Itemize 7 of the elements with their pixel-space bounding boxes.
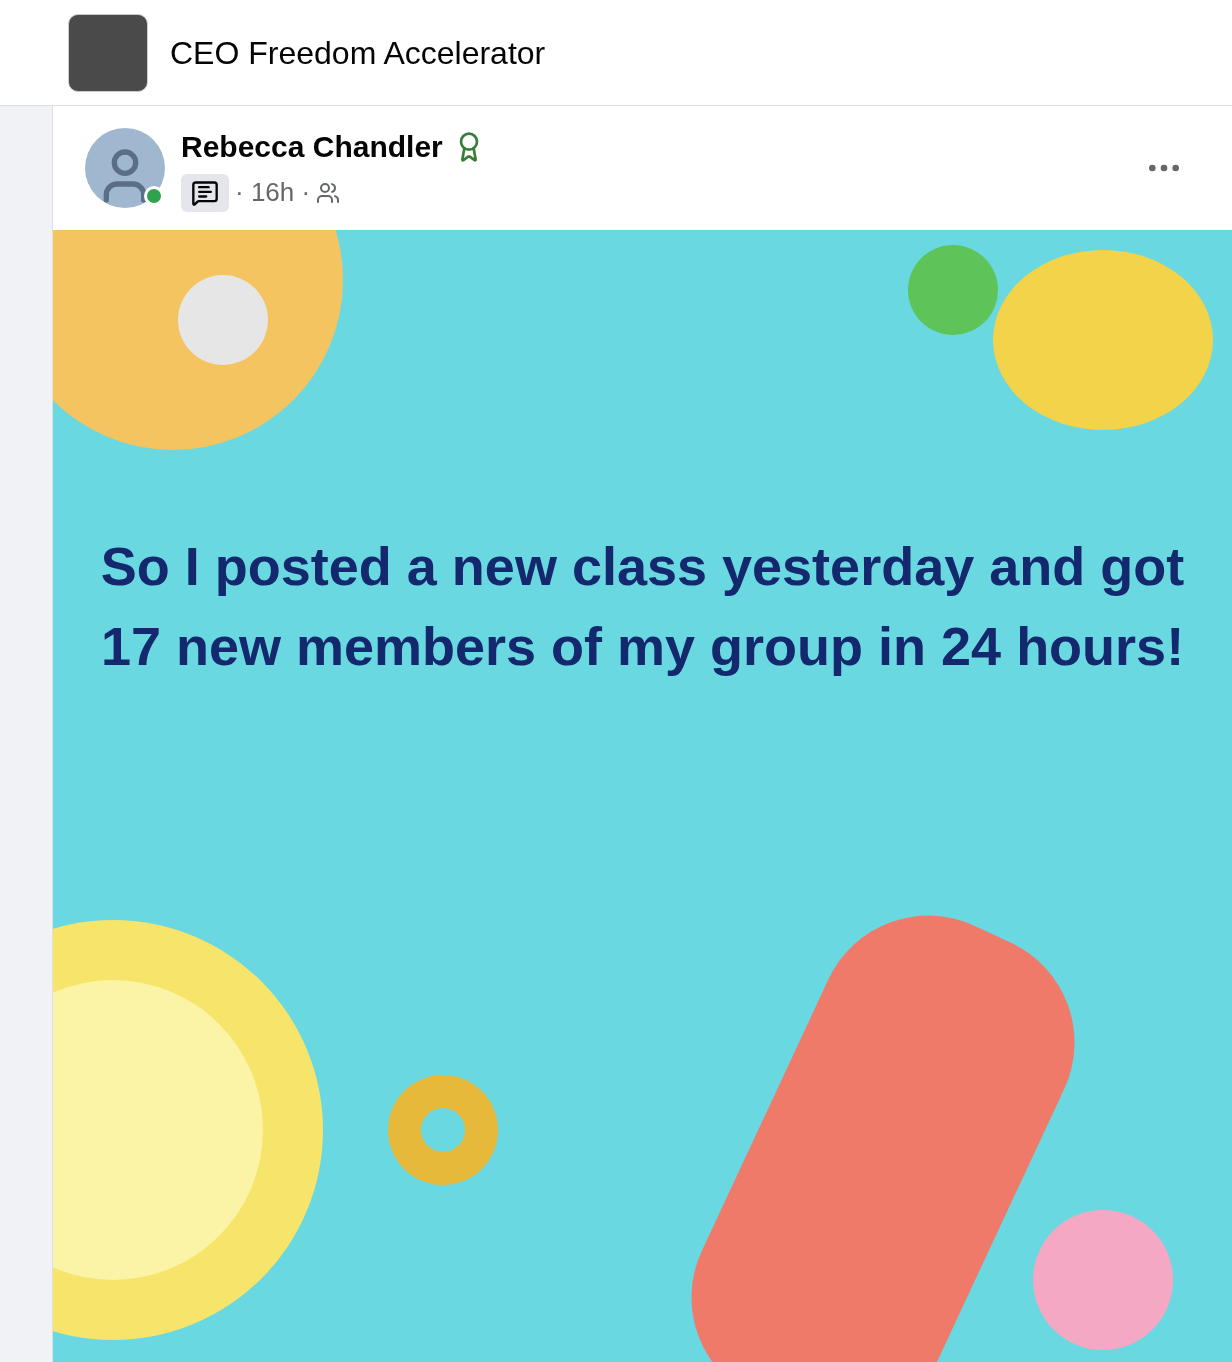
post-text: So I posted a new class yesterday and got 17 new members of my group in 24 hours! [99,535,1186,678]
group-name[interactable]: CEO Freedom Accelerator [170,28,546,77]
author-name[interactable]: Rebecca Chandler [181,124,443,169]
group-post-icon [181,173,229,212]
post-time[interactable]: · 16h · [235,173,311,212]
group-cover-photo[interactable] [68,13,148,92]
audience-icon [316,180,341,205]
